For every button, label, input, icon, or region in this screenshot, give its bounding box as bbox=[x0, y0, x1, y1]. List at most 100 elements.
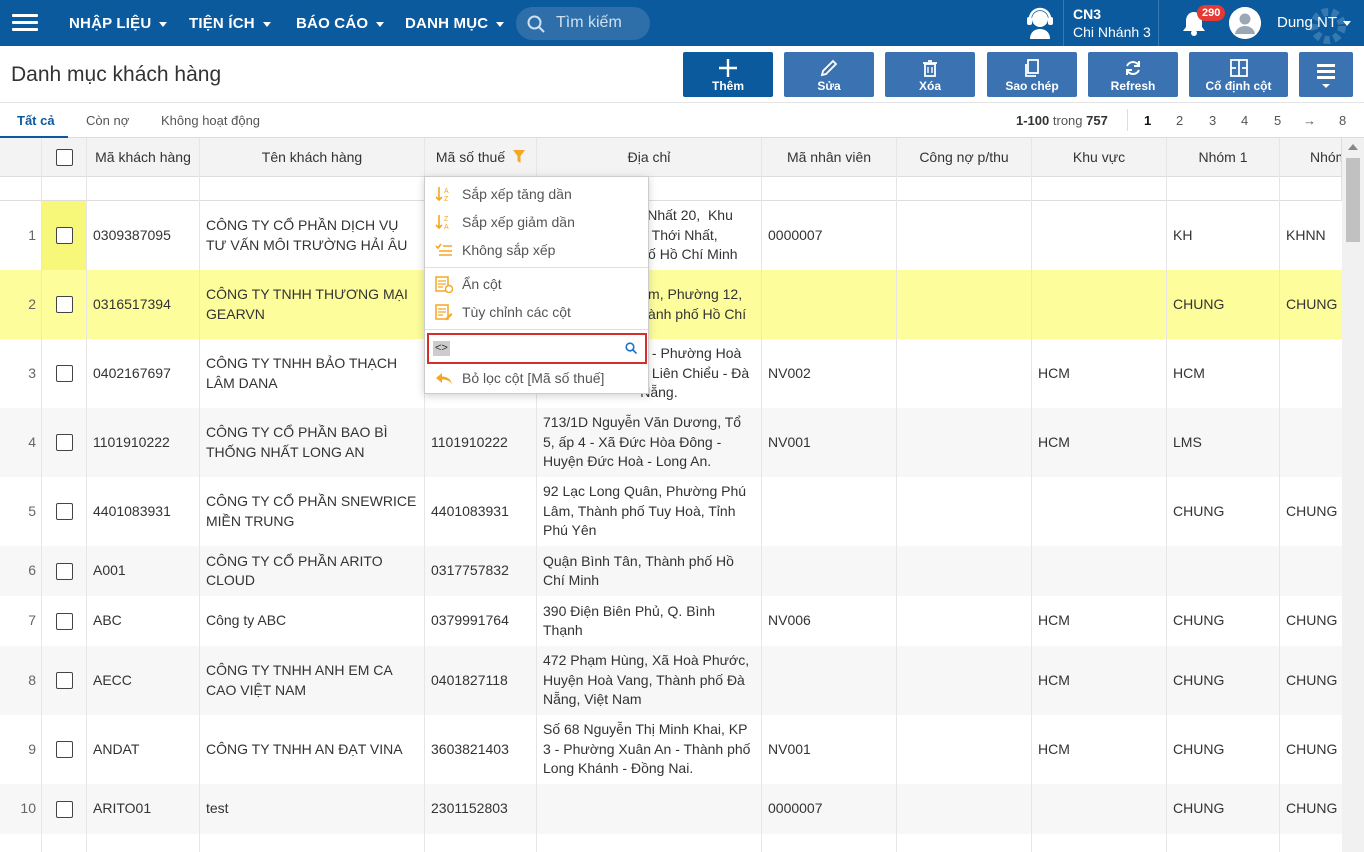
edit-button[interactable]: Sửa bbox=[784, 52, 874, 97]
table-row[interactable]: 10 ARITO01 test 2301152803 0000007 CHUNG CHUNG bbox=[0, 784, 1342, 834]
row-checkbox[interactable] bbox=[56, 503, 73, 520]
page-1[interactable]: 1 bbox=[1144, 113, 1151, 128]
user-menu[interactable]: Dung NT bbox=[1277, 14, 1352, 31]
col-header-group-2[interactable]: Nhóm bbox=[1280, 138, 1342, 177]
tab-inactive[interactable]: Không hoạt động bbox=[161, 113, 260, 128]
filter-cell bbox=[0, 177, 42, 201]
branch-selector[interactable]: CN3 Chi Nhánh 3 bbox=[1073, 5, 1151, 41]
filter-cell[interactable] bbox=[1167, 177, 1280, 201]
tab-all[interactable]: Tất cả bbox=[17, 113, 55, 128]
col-header-employee-code[interactable]: Mã nhân viên bbox=[762, 138, 897, 177]
filter-cell[interactable] bbox=[200, 177, 425, 201]
cell-employee-code: NV002 bbox=[768, 364, 811, 381]
cell-address: Số 68 Nguyễn Thị Minh Khai, KP 3 - Phườn… bbox=[543, 721, 755, 777]
vertical-scrollbar[interactable] bbox=[1342, 138, 1364, 852]
column-divider bbox=[86, 138, 87, 852]
cell-customer-name: CÔNG TY TNHH ANH EM CA CAO VIỆT NAM bbox=[206, 662, 392, 698]
row-checkbox[interactable] bbox=[56, 612, 73, 630]
filter-cell[interactable] bbox=[762, 177, 897, 201]
avatar[interactable] bbox=[1229, 7, 1261, 39]
freeze-columns-button[interactable]: Cố định cột bbox=[1189, 52, 1288, 97]
cell-group-1: CHUNG bbox=[1173, 612, 1225, 629]
hamburger-menu-icon[interactable] bbox=[12, 14, 38, 32]
menu-tien-ich[interactable]: TIỆN ÍCH bbox=[189, 15, 271, 32]
cell-group-1: LMS bbox=[1173, 433, 1202, 450]
col-header-tax-code[interactable]: Mã số thuế bbox=[425, 138, 537, 177]
row-checkbox[interactable] bbox=[56, 800, 73, 818]
menu-divider bbox=[425, 329, 648, 330]
row-number: 7 bbox=[28, 612, 36, 629]
page-3[interactable]: 3 bbox=[1209, 113, 1216, 128]
row-checkbox[interactable] bbox=[56, 365, 73, 382]
row-select-cell bbox=[42, 270, 87, 339]
table-row[interactable]: 5 4401083931 CÔNG TY CỔ PHẦN SNEWRICE MIỀN… bbox=[0, 477, 1342, 546]
global-search-input[interactable]: Tìm kiếm bbox=[516, 7, 650, 40]
menu-nhap-lieu[interactable]: NHẬP LIỆU bbox=[69, 15, 168, 32]
col-header-address[interactable]: Địa chỉ bbox=[537, 138, 762, 177]
page-5[interactable]: 5 bbox=[1274, 113, 1281, 128]
grid-header: Mã khách hàng Tên khách hàng Mã số thuế … bbox=[0, 138, 1342, 177]
support-agent-icon[interactable] bbox=[1024, 6, 1056, 40]
scrollbar-thumb[interactable] bbox=[1346, 158, 1360, 242]
col-header-region[interactable]: Khu vực bbox=[1032, 138, 1167, 177]
last-page[interactable]: 8 bbox=[1339, 113, 1346, 128]
filter-active-icon[interactable] bbox=[513, 150, 526, 163]
select-all-checkbox[interactable] bbox=[55, 149, 73, 166]
next-page-button[interactable]: → bbox=[1303, 113, 1316, 128]
row-checkbox[interactable] bbox=[56, 227, 73, 244]
filter-cell[interactable] bbox=[87, 177, 200, 201]
cell-customer-code: 1101910222 bbox=[93, 433, 170, 450]
cell-receivable bbox=[897, 270, 1032, 339]
cell-employee-code: 0000007 bbox=[768, 226, 823, 243]
col-header-customer-name[interactable]: Tên khách hàng bbox=[200, 138, 425, 177]
cell-group-1: CHUNG bbox=[1173, 800, 1225, 817]
column-filter-input[interactable]: <> bbox=[427, 333, 647, 364]
table-row[interactable]: 3 0402167697 CÔNG TY TNHH BẢO THẠCH LÂM DA… bbox=[0, 339, 1342, 408]
filter-cell[interactable] bbox=[1032, 177, 1167, 201]
add-button[interactable]: Thêm bbox=[683, 52, 773, 97]
table-row[interactable]: 2 0316517394 CÔNG TY TNHH THƯƠNG MẠI GEARV… bbox=[0, 270, 1342, 339]
cell-group-2: CHUNG bbox=[1286, 800, 1338, 817]
row-number: 2 bbox=[28, 295, 36, 312]
page-4[interactable]: 4 bbox=[1241, 113, 1248, 128]
cell-region: HCM bbox=[1038, 612, 1070, 629]
menu-bao-cao[interactable]: BÁO CÁO bbox=[296, 15, 385, 32]
table-row[interactable]: 4 1101910222 CÔNG TY CỔ PHẦN BAO BÌ THỐNG … bbox=[0, 408, 1342, 477]
row-checkbox[interactable] bbox=[56, 296, 73, 313]
scroll-up-icon[interactable] bbox=[1348, 144, 1358, 150]
sort-descending-icon: ZA bbox=[435, 215, 449, 230]
search-icon[interactable] bbox=[625, 342, 637, 354]
table-row[interactable]: 8 AECC CÔNG TY TNHH ANH EM CA CAO VIỆT NAM… bbox=[0, 646, 1342, 715]
filter-cell[interactable] bbox=[1280, 177, 1342, 201]
delete-button[interactable]: Xóa bbox=[885, 52, 975, 97]
tab-in-debt[interactable]: Còn nợ bbox=[86, 113, 129, 128]
filter-operator-select[interactable]: <> bbox=[433, 341, 450, 356]
page-2[interactable]: 2 bbox=[1176, 113, 1183, 128]
row-number: 1 bbox=[28, 226, 36, 243]
cell-receivable bbox=[897, 408, 1032, 477]
cell-region bbox=[1032, 477, 1167, 546]
cell-customer-name: CÔNG TY TNHH BẢO THẠCH LÂM DANA bbox=[206, 355, 398, 391]
cell-receivable bbox=[897, 784, 1032, 834]
col-header-receivable[interactable]: Công nợ p/thu bbox=[897, 138, 1032, 177]
copy-button[interactable]: Sao chép bbox=[987, 52, 1077, 97]
table-row[interactable]: 9 ANDAT CÔNG TY TNHH AN ĐẠT VINA 3603821403… bbox=[0, 715, 1342, 784]
menu-danh-muc[interactable]: DANH MỤC bbox=[405, 15, 505, 32]
cell-group-2: CHUNG bbox=[1286, 295, 1338, 312]
filter-cell[interactable] bbox=[897, 177, 1032, 201]
col-header-customer-code[interactable]: Mã khách hàng bbox=[87, 138, 200, 177]
cell-tax-code: 4401083931 bbox=[431, 502, 509, 519]
table-row[interactable]: 7 ABC Công ty ABC 0379991764 390 Điện Biên P… bbox=[0, 596, 1342, 646]
refresh-button[interactable]: Refresh bbox=[1088, 52, 1178, 97]
table-row[interactable]: 1 0309387095 CÔNG TY CỔ PHẦN DỊCH VỤ TƯ VẤ… bbox=[0, 201, 1342, 270]
row-checkbox[interactable] bbox=[56, 562, 73, 580]
row-checkbox[interactable] bbox=[56, 741, 73, 758]
row-checkbox[interactable] bbox=[56, 672, 73, 689]
row-checkbox[interactable] bbox=[56, 434, 73, 451]
col-header-group-1[interactable]: Nhóm 1 bbox=[1167, 138, 1280, 177]
cell-group-2 bbox=[1280, 408, 1342, 477]
table-row[interactable]: 6 A001 CÔNG TY CỔ PHẦN ARITO CLOUD 03177578… bbox=[0, 546, 1342, 596]
cell-group-1: CHUNG bbox=[1173, 671, 1225, 688]
more-options-button[interactable] bbox=[1299, 52, 1353, 97]
row-select-cell bbox=[42, 784, 87, 834]
